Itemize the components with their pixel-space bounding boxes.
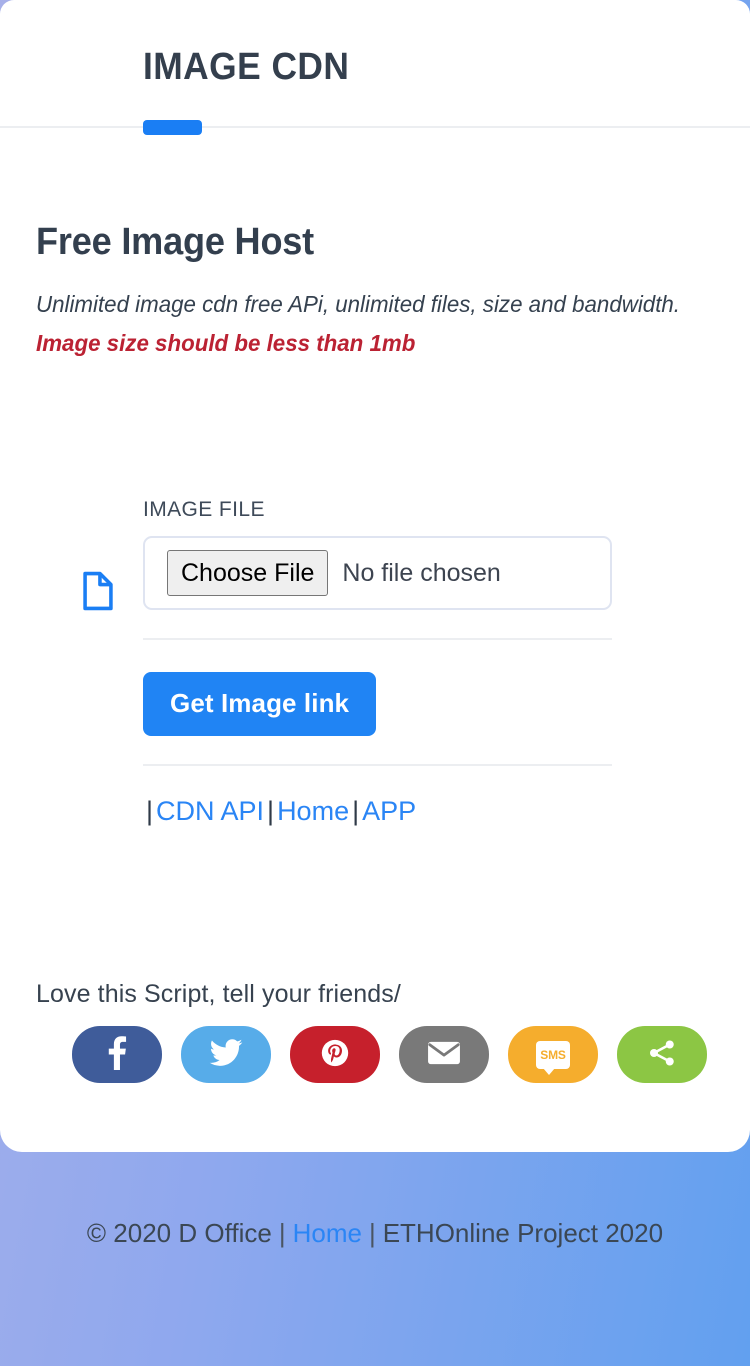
share-nodes-icon bbox=[647, 1038, 677, 1071]
link-cdn-api[interactable]: CDN API bbox=[156, 796, 264, 826]
sms-icon-label: SMS bbox=[540, 1047, 566, 1062]
page-root: IMAGE CDN Free Image Host Unlimited imag… bbox=[0, 0, 750, 1366]
site-header: IMAGE CDN bbox=[0, 0, 750, 135]
document-icon bbox=[78, 570, 118, 612]
content-card: IMAGE CDN Free Image Host Unlimited imag… bbox=[0, 0, 750, 1152]
share-facebook-button[interactable] bbox=[72, 1026, 162, 1083]
upload-form: IMAGE FILE Choose File No file chosen Ge… bbox=[0, 498, 750, 827]
site-footer: © 2020 D Office | Home | ETHOnline Project 2… bbox=[0, 1152, 750, 1366]
footer-separator-1: | bbox=[278, 1218, 286, 1248]
share-section: Love this Script, tell your friends/ SMS bbox=[36, 980, 716, 1083]
envelope-icon bbox=[427, 1040, 461, 1069]
footer-separator-2: | bbox=[368, 1218, 376, 1248]
header-accent-bar bbox=[143, 120, 202, 135]
link-separator-1: | bbox=[267, 796, 275, 826]
get-image-link-button[interactable]: Get Image link bbox=[143, 672, 377, 736]
share-twitter-button[interactable] bbox=[181, 1026, 271, 1083]
submit-row: Get Image link bbox=[0, 640, 750, 736]
choose-file-button[interactable]: Choose File bbox=[167, 550, 329, 596]
footer-copyright: © 2020 D Office bbox=[86, 1218, 272, 1248]
file-status-text: No file chosen bbox=[342, 558, 501, 587]
share-email-button[interactable] bbox=[399, 1026, 489, 1083]
link-app[interactable]: APP bbox=[362, 796, 416, 826]
intro-warning: Image size should be less than 1mb bbox=[36, 330, 416, 357]
nav-links: | CDN API | Home | APP bbox=[0, 766, 750, 827]
facebook-icon bbox=[107, 1036, 127, 1073]
twitter-icon bbox=[209, 1039, 243, 1070]
sms-icon: SMS bbox=[536, 1040, 570, 1075]
intro-block: Free Image Host Unlimited image cdn free… bbox=[36, 221, 716, 362]
pinterest-icon bbox=[321, 1039, 349, 1070]
footer-project: ETHOnline Project 2020 bbox=[382, 1218, 664, 1248]
intro-subtitle: Unlimited image cdn free APi, unlimited … bbox=[36, 290, 681, 317]
file-input[interactable]: Choose File No file chosen bbox=[143, 536, 612, 610]
share-more-button[interactable] bbox=[617, 1026, 707, 1083]
share-pinterest-button[interactable] bbox=[290, 1026, 380, 1083]
share-buttons: SMS bbox=[72, 1026, 716, 1083]
link-separator-lead: | bbox=[146, 796, 154, 826]
image-file-field-row: IMAGE FILE Choose File No file chosen bbox=[0, 498, 750, 612]
footer-text: © 2020 D Office | Home | ETHOnline Project 2… bbox=[87, 1218, 663, 1249]
link-home[interactable]: Home bbox=[277, 796, 349, 826]
page-title: IMAGE CDN bbox=[143, 46, 350, 88]
intro-title: Free Image Host bbox=[36, 221, 315, 263]
share-sms-button[interactable]: SMS bbox=[508, 1026, 598, 1083]
footer-link-home[interactable]: Home bbox=[293, 1218, 362, 1248]
share-title: Love this Script, tell your friends/ bbox=[36, 980, 401, 1008]
image-file-label: IMAGE FILE bbox=[143, 498, 265, 521]
link-separator-2: | bbox=[352, 796, 360, 826]
